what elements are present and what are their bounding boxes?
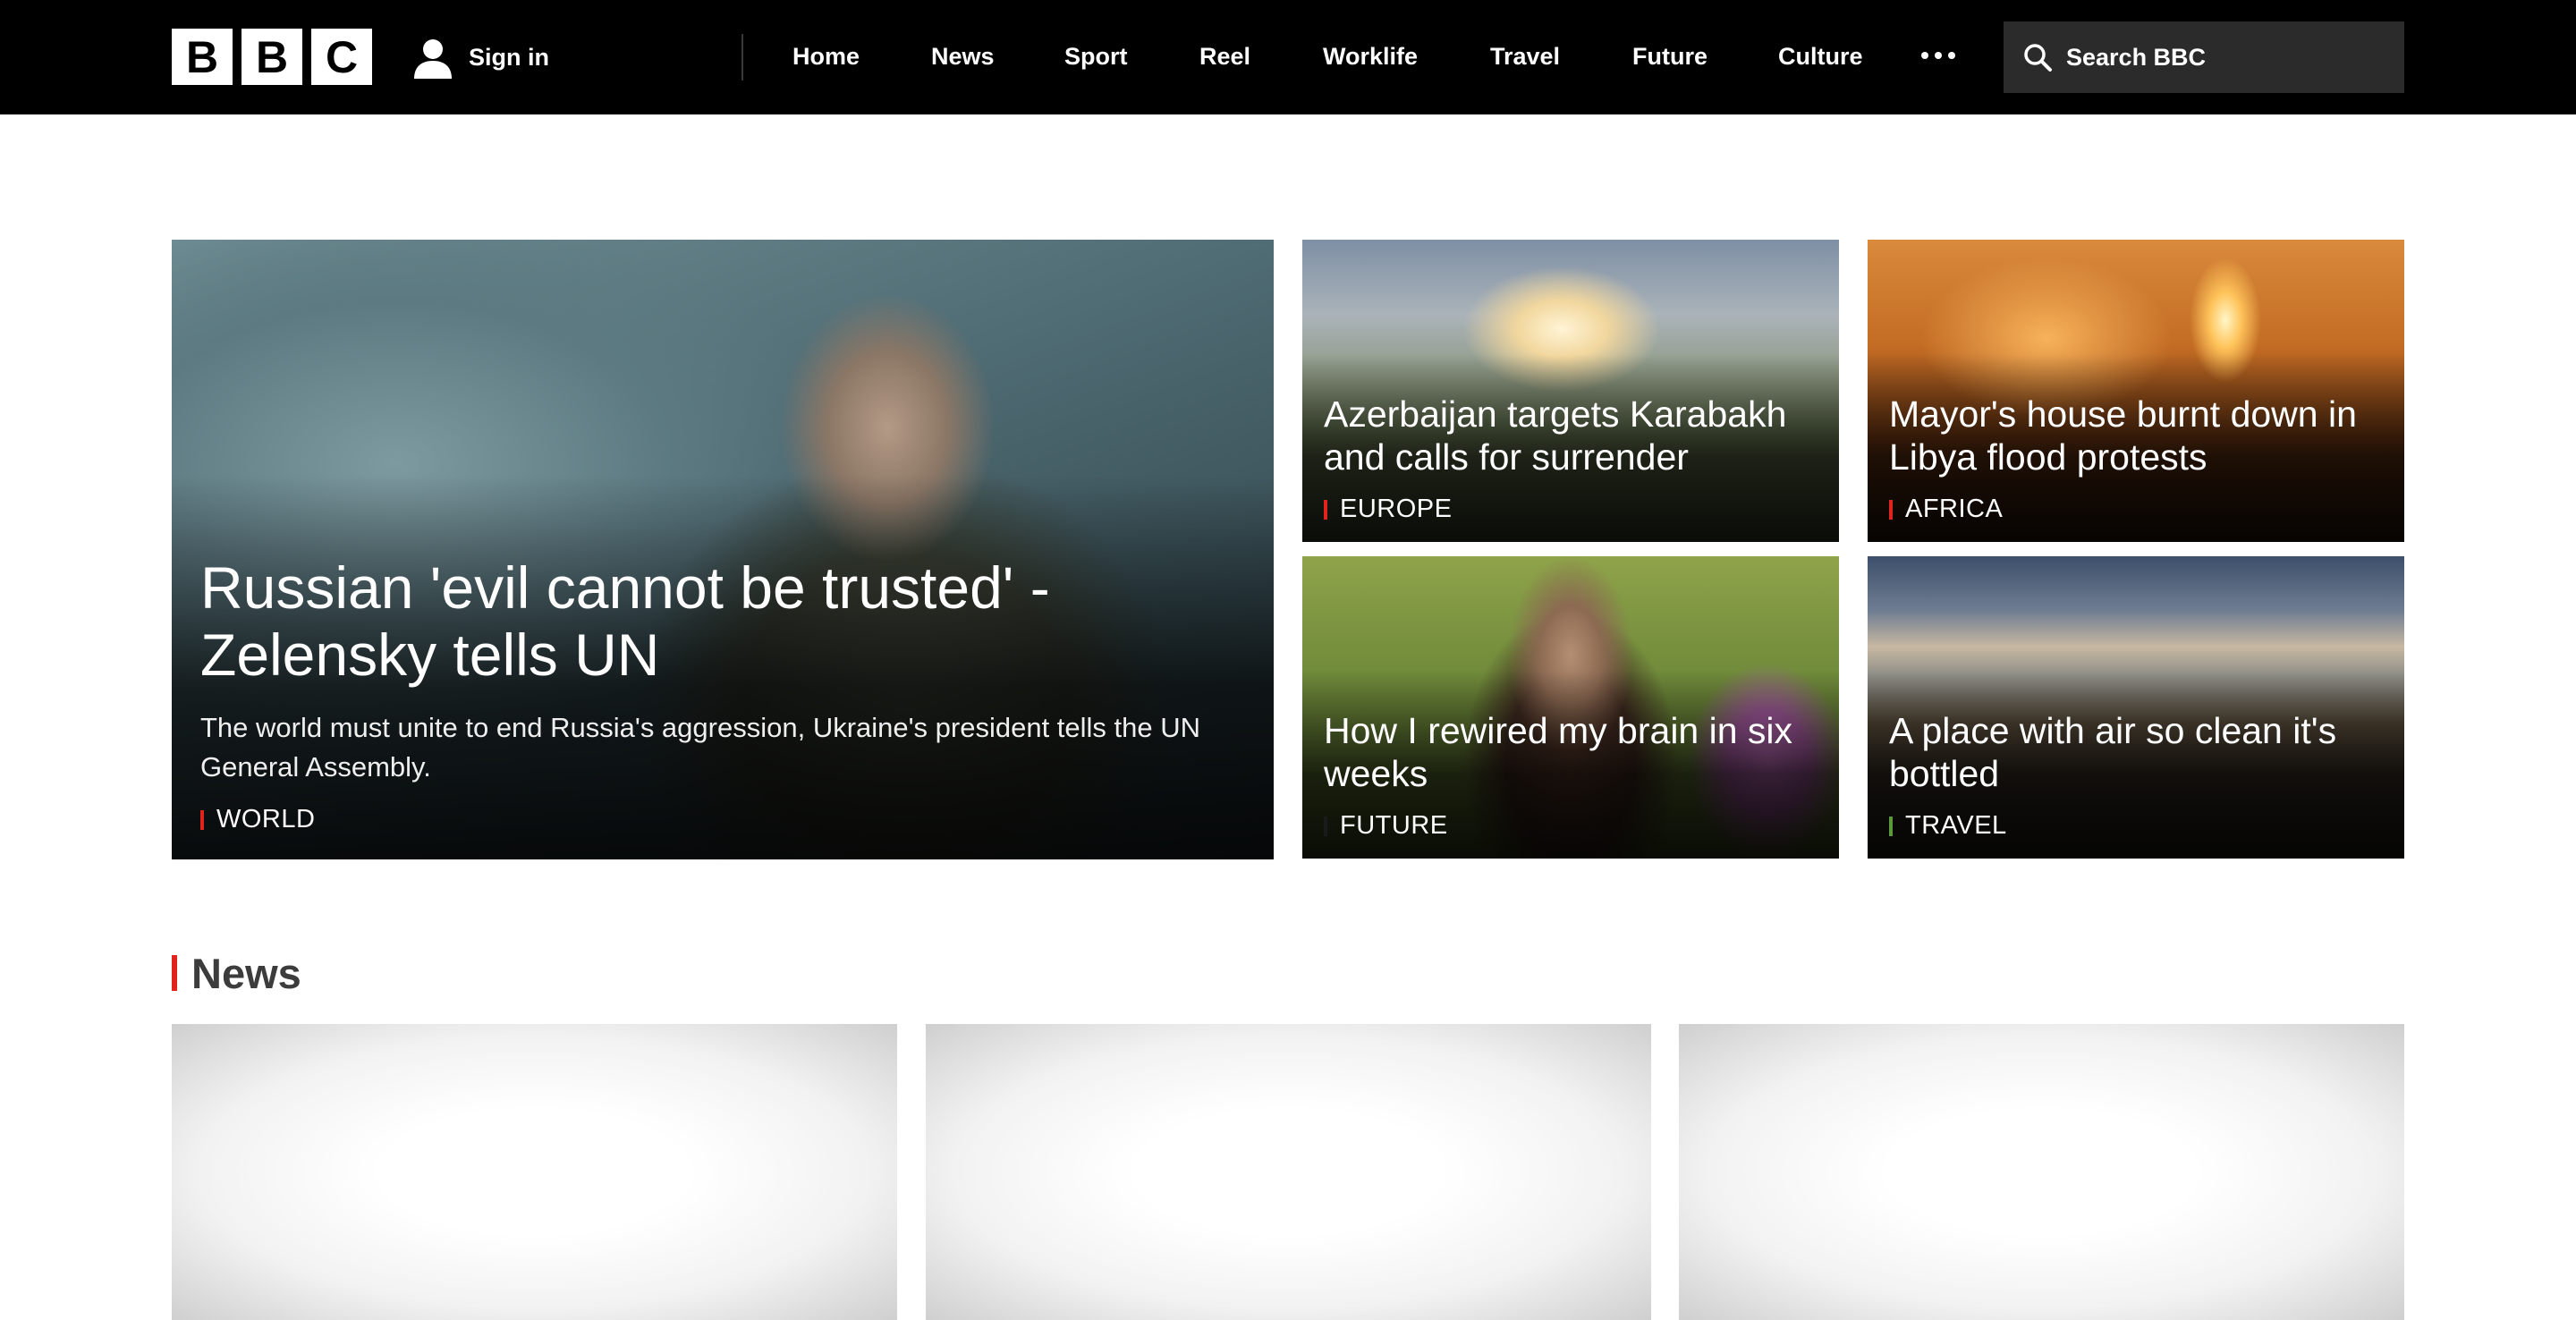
- story-text-3: How I rewired my brain in six weeks FUTU…: [1324, 709, 1818, 859]
- nav-reel[interactable]: Reel: [1199, 43, 1250, 71]
- story-tag-4[interactable]: TRAVEL: [1889, 811, 2383, 841]
- search-placeholder: Search BBC: [2066, 43, 2207, 71]
- story-card-3[interactable]: How I rewired my brain in six weeks FUTU…: [1302, 556, 1839, 859]
- logo-letter-b1: B: [172, 29, 233, 85]
- story-tag-label-1: EUROPE: [1340, 495, 1453, 523]
- hero-summary: The world must unite to end Russia's agg…: [200, 712, 1201, 783]
- story-card-4[interactable]: A place with air so clean it's bottled T…: [1868, 556, 2404, 859]
- story-text-4: A place with air so clean it's bottled T…: [1889, 709, 2383, 859]
- news-section-bar: [172, 955, 177, 991]
- nav-home[interactable]: Home: [792, 43, 860, 71]
- more-dots-icon[interactable]: [1921, 52, 1955, 59]
- story-headline-3[interactable]: How I rewired my brain in six weeks: [1324, 709, 1818, 795]
- story-tag-1[interactable]: EUROPE: [1324, 495, 1818, 524]
- masthead: B B C Sign in Home News Sport Reel Workl…: [0, 0, 2576, 114]
- news-card-placeholder-2: [926, 1024, 1651, 1320]
- search-box[interactable]: Search BBC: [2004, 21, 2404, 93]
- story-card-1[interactable]: Azerbaijan targets Karabakh and calls fo…: [1302, 240, 1839, 542]
- nav-travel[interactable]: Travel: [1490, 43, 1560, 71]
- nav-news[interactable]: News: [931, 43, 995, 71]
- story-headline-1[interactable]: Azerbaijan targets Karabakh and calls fo…: [1324, 393, 1818, 478]
- news-card-placeholder-3: [1679, 1024, 2404, 1320]
- story-tag-bar-1: [1324, 499, 1327, 520]
- story-tag-2[interactable]: AFRICA: [1889, 495, 2383, 524]
- sign-in-label: Sign in: [469, 43, 549, 71]
- story-tag-label-3: FUTURE: [1340, 811, 1448, 840]
- story-tag-label-2: AFRICA: [1905, 495, 2004, 523]
- nav-culture[interactable]: Culture: [1778, 43, 1863, 71]
- story-tag-3[interactable]: FUTURE: [1324, 811, 1818, 841]
- nav-sport[interactable]: Sport: [1064, 43, 1128, 71]
- story-tag-bar-3: [1324, 816, 1327, 836]
- nav-divider: [741, 34, 743, 80]
- logo-letter-b2: B: [242, 29, 302, 85]
- story-headline-4[interactable]: A place with air so clean it's bottled: [1889, 709, 2383, 795]
- story-tag-label-4: TRAVEL: [1905, 811, 2007, 840]
- search-icon: [2024, 44, 2052, 72]
- hero-tag-label: WORLD: [216, 805, 316, 833]
- nav-worklife[interactable]: Worklife: [1323, 43, 1418, 71]
- news-card-placeholder-1: [172, 1024, 897, 1320]
- hero-tag-bar: [200, 809, 204, 830]
- story-tag-bar-4: [1889, 816, 1893, 836]
- bbc-logo[interactable]: B B C: [172, 29, 372, 85]
- story-text-2: Mayor's house burnt down in Libya flood …: [1889, 393, 2383, 542]
- sign-in-link[interactable]: Sign in: [410, 32, 549, 82]
- story-card-2[interactable]: Mayor's house burnt down in Libya flood …: [1868, 240, 2404, 542]
- logo-letter-c: C: [311, 29, 372, 85]
- story-tag-bar-2: [1889, 499, 1893, 520]
- news-section-heading[interactable]: News: [172, 946, 301, 1000]
- hero-headline[interactable]: Russian 'evil cannot be trusted' - Zelen…: [200, 554, 1231, 689]
- nav-future[interactable]: Future: [1632, 43, 1707, 71]
- news-section-title: News: [191, 949, 301, 997]
- hero-text: Russian 'evil cannot be trusted' - Zelen…: [200, 554, 1231, 859]
- story-text-1: Azerbaijan targets Karabakh and calls fo…: [1324, 393, 1818, 542]
- hero-story-card[interactable]: Russian 'evil cannot be trusted' - Zelen…: [172, 240, 1274, 859]
- user-icon: [414, 39, 452, 79]
- story-headline-2[interactable]: Mayor's house burnt down in Libya flood …: [1889, 393, 2383, 478]
- hero-tag[interactable]: WORLD: [200, 805, 1231, 834]
